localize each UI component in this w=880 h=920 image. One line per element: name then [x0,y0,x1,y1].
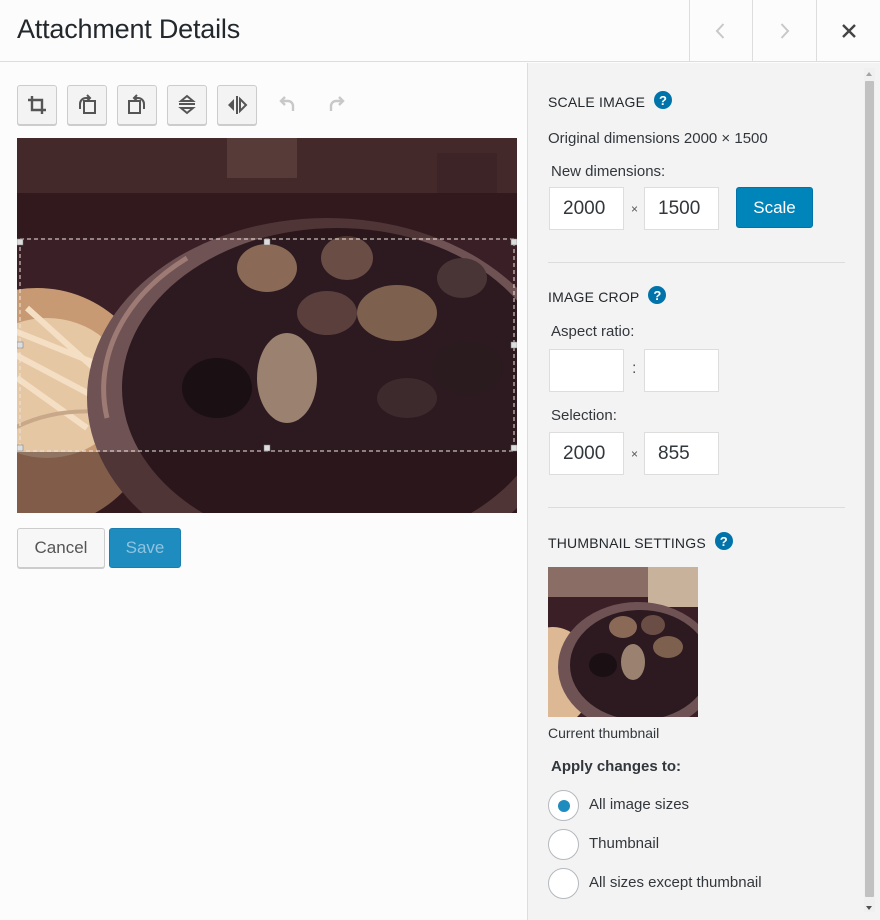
times-separator: × [631,447,639,461]
aspect-width-input[interactable] [549,349,624,392]
image-settings-sidebar: Scale Image ? Original dimensions 2000 ×… [527,63,880,920]
original-dimensions: Original dimensions 2000 × 1500 [548,130,768,147]
flip-horizontal-icon [228,96,248,114]
help-icon[interactable]: ? [648,286,667,304]
thumbnail-settings-heading-text: Thumbnail Settings [548,535,706,551]
rotate-left-button[interactable] [67,85,107,125]
flip-vertical-button[interactable] [167,85,207,125]
sidebar-scrollbar[interactable] [864,68,875,912]
scale-height-input[interactable]: 1500 [644,187,719,230]
next-button[interactable] [752,0,815,62]
current-thumbnail-caption: Current thumbnail [548,725,660,741]
section-divider [548,507,845,508]
scale-image-heading: Scale Image ? [548,91,673,111]
scrollbar-thumb[interactable] [865,81,874,897]
chevron-left-icon [715,23,725,39]
undo-icon [279,96,295,111]
thumbnail-settings-heading: Thumbnail Settings ? [548,532,733,552]
times-separator: × [631,202,639,216]
radio-label: All sizes except thumbnail [589,874,762,891]
selection-height-input[interactable]: 855 [644,432,719,475]
selection-label: Selection: [551,407,617,424]
help-icon[interactable]: ? [654,91,673,109]
previous-button[interactable] [689,0,752,62]
rotate-left-icon [79,94,96,114]
aspect-ratio-label: Aspect ratio: [551,323,635,340]
image-crop-heading: Image Crop ? [548,286,667,306]
save-button[interactable]: Save [109,528,181,568]
radio-all-except-thumbnail[interactable] [548,868,579,899]
scale-button[interactable]: Scale [736,187,813,228]
scroll-down-icon[interactable] [866,906,872,910]
scale-width-input[interactable]: 2000 [549,187,624,230]
close-button[interactable] [816,0,880,62]
redo-icon [329,96,345,111]
scale-image-heading-text: Scale Image [548,94,646,110]
cancel-button[interactable]: Cancel [17,528,105,568]
rotate-right-button[interactable] [117,85,157,125]
selection-width-input[interactable]: 2000 [549,432,624,475]
radio-thumbnail[interactable] [548,829,579,860]
radio-selected-dot [557,799,570,812]
radio-label: Thumbnail [589,835,660,852]
colon-separator: : [632,360,637,377]
redo-button[interactable] [317,85,357,125]
rotate-right-icon [128,94,145,114]
new-dimensions-label: New dimensions: [551,163,666,180]
crop-button[interactable] [17,85,57,125]
image-crop-canvas[interactable] [17,138,517,513]
flip-horizontal-button[interactable] [217,85,257,125]
help-icon[interactable]: ? [714,532,733,550]
image-crop-heading-text: Image Crop [548,289,640,305]
radio-all-image-sizes[interactable] [548,790,579,821]
section-divider [548,262,845,263]
flip-vertical-icon [178,94,196,115]
close-icon [841,24,856,38]
food-photo [17,138,517,513]
crop-icon [28,96,46,114]
undo-button[interactable] [267,85,307,125]
scroll-up-icon[interactable] [866,72,872,76]
chevron-right-icon [780,23,790,39]
apply-changes-label: Apply changes to: [551,758,682,775]
radio-label: All image sizes [589,796,690,813]
aspect-height-input[interactable] [644,349,719,392]
page-title: Attachment Details [17,14,240,44]
modal-header: Attachment Details [0,0,880,62]
image-editor-pane: Cancel Save [0,63,527,920]
current-thumbnail-image [548,567,698,717]
